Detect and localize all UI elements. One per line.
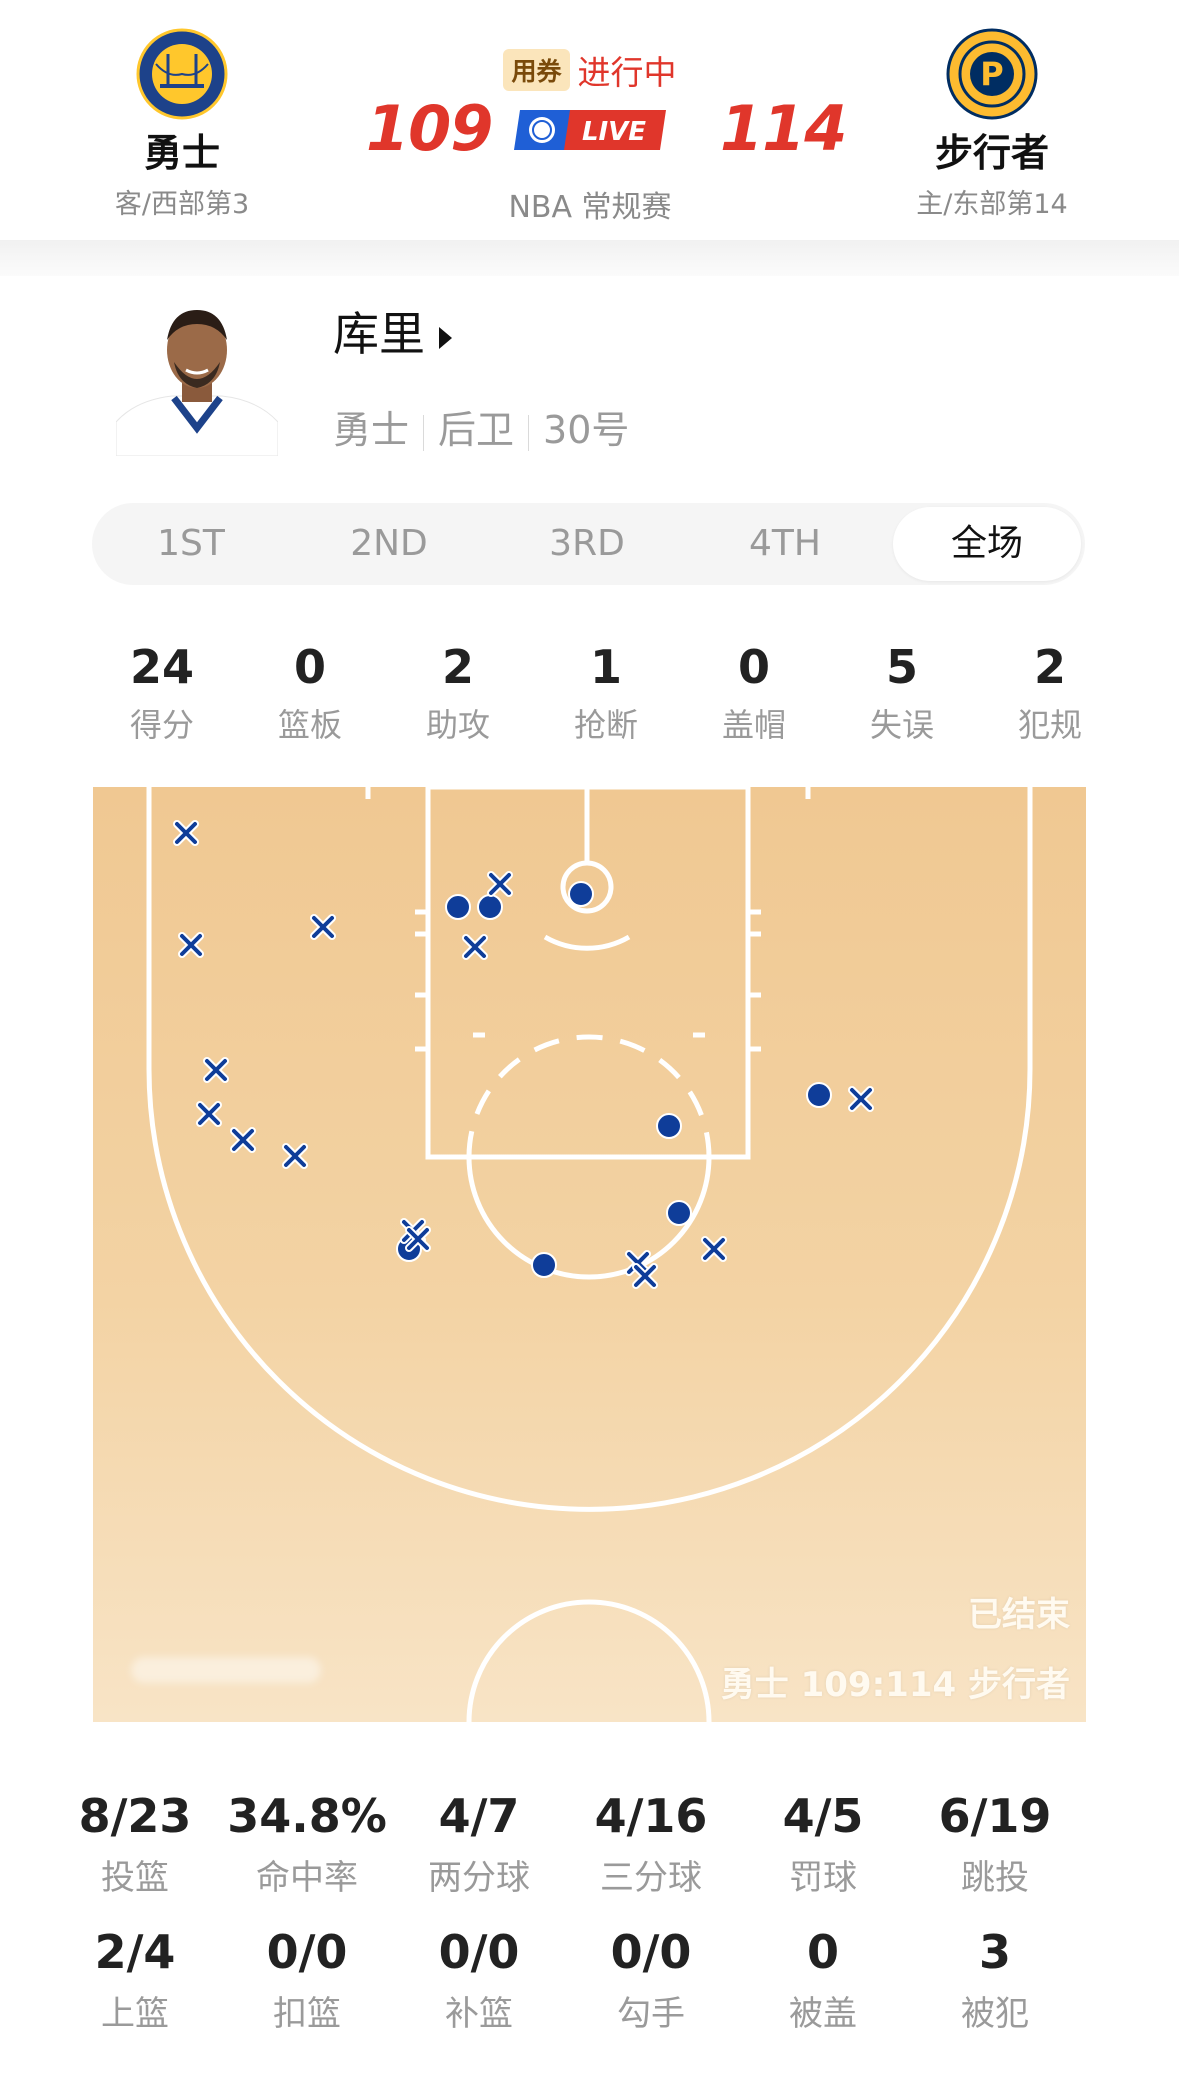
- pacers-logo: P: [946, 28, 1038, 120]
- stat-blocked: 0 被盖: [789, 1925, 857, 2034]
- game-header: 勇士 客/西部第3 用券进行中 109 LIVE 114 NBA 常规赛 P: [0, 0, 1179, 276]
- final-score-label: 勇士 109:114 步行者: [720, 1665, 1070, 1705]
- player-position: 后卫: [438, 408, 515, 452]
- away-score: 109: [366, 92, 493, 165]
- tab-full-game[interactable]: 全场: [893, 507, 1081, 581]
- shooting-stats: 8/23 投篮 34.8% 命中率 4/7 两分球 4/16 三分球 4/5 罚球 6/1…: [79, 1789, 1092, 2062]
- live-label: LIVE: [582, 117, 646, 147]
- away-team-standing: 客/西部第3: [114, 189, 250, 220]
- made-shot-marker: [666, 1200, 692, 1226]
- made-shot-marker: [477, 894, 503, 920]
- tab-2nd[interactable]: 2ND: [290, 503, 488, 585]
- home-score: 114: [720, 92, 847, 165]
- stat-points: 24 得分: [129, 640, 194, 744]
- warriors-logo: [136, 28, 228, 120]
- stat-3pt: 4/16 三分球: [594, 1789, 708, 1898]
- watermark-blur: [131, 1657, 321, 1683]
- player-stats-row: 24 得分 0 篮板 2 助攻 1 抢断 0 盖帽 5 失误 2 犯规: [88, 640, 1092, 760]
- player-avatar: [116, 300, 278, 456]
- away-team[interactable]: 勇士 客/西部第3: [52, 28, 312, 221]
- player-team: 勇士: [333, 408, 410, 452]
- stat-rebounds: 0 篮板: [277, 640, 342, 744]
- stat-fg-pct: 34.8% 命中率: [227, 1789, 387, 1898]
- stat-ft: 4/5 罚球: [782, 1789, 864, 1898]
- home-team[interactable]: P 步行者 主/东部第14: [862, 28, 1122, 221]
- stat-blocks: 0 盖帽: [721, 640, 786, 744]
- tab-1st[interactable]: 1ST: [92, 503, 290, 585]
- made-shot-marker: [806, 1082, 832, 1108]
- tab-4th[interactable]: 4TH: [686, 503, 884, 585]
- header-divider: [0, 240, 1179, 276]
- coupon-badge[interactable]: 用券: [503, 49, 570, 91]
- live-badge[interactable]: LIVE: [510, 104, 670, 156]
- pacers-logo-letter: P: [980, 55, 1003, 93]
- player-number: 30号: [543, 408, 630, 452]
- made-shot-marker: [568, 881, 594, 907]
- player-name[interactable]: 库里: [333, 298, 452, 364]
- stat-fg: 8/23 投篮: [78, 1789, 192, 1898]
- stat-tipin: 0/0 补篮: [438, 1925, 520, 2034]
- away-team-name: 勇士: [143, 131, 220, 175]
- home-team-standing: 主/东部第14: [916, 189, 1068, 220]
- shooting-row-1: 8/23 投篮 34.8% 命中率 4/7 两分球 4/16 三分球 4/5 罚球 6/1…: [79, 1789, 1092, 1926]
- stat-jumper: 6/19 跳投: [938, 1789, 1052, 1898]
- stat-assists: 2 助攻: [425, 640, 490, 744]
- home-team-name: 步行者: [934, 131, 1049, 175]
- shooting-row-2: 2/4 上篮 0/0 扣篮 0/0 补篮 0/0 勾手 0 被盖 3 被犯: [92, 1926, 1092, 2062]
- stat-2pt: 4/7 两分球: [428, 1789, 530, 1898]
- made-shot-marker: [531, 1252, 557, 1278]
- stat-fouls: 2 犯规: [1017, 640, 1082, 744]
- player-meta: 勇士 后卫 30号: [333, 399, 629, 454]
- tab-3rd[interactable]: 3RD: [488, 503, 686, 585]
- stat-hook: 0/0 勾手: [610, 1925, 692, 2034]
- game-ended-label: 已结束: [968, 1595, 1070, 1635]
- game-status: 进行中: [577, 53, 677, 92]
- stat-dunk: 0/0 扣篮: [266, 1925, 348, 2034]
- stat-fouled: 3 被犯: [961, 1925, 1029, 2034]
- player-card[interactable]: 库里 勇士 后卫 30号: [0, 276, 1179, 476]
- made-shot-marker: [445, 894, 471, 920]
- caret-right-icon: [439, 326, 452, 349]
- stat-steals: 1 抢断: [573, 640, 638, 744]
- shot-chart-court: [93, 787, 1086, 1722]
- made-shot-marker: [656, 1113, 682, 1139]
- period-tabs: 1ST 2ND 3RD 4TH 全场: [92, 503, 1085, 585]
- stat-turnovers: 5 失误: [869, 640, 934, 744]
- stat-layup: 2/4 上篮: [94, 1925, 176, 2034]
- live-icon: LIVE: [514, 110, 666, 150]
- score-center: 用券 进行中 109 LIVE 114 NBA 常规赛: [340, 40, 847, 240]
- league-name: NBA 常规赛: [508, 190, 672, 225]
- shot-chart: 已结束 勇士 109:114 步行者: [93, 787, 1086, 1722]
